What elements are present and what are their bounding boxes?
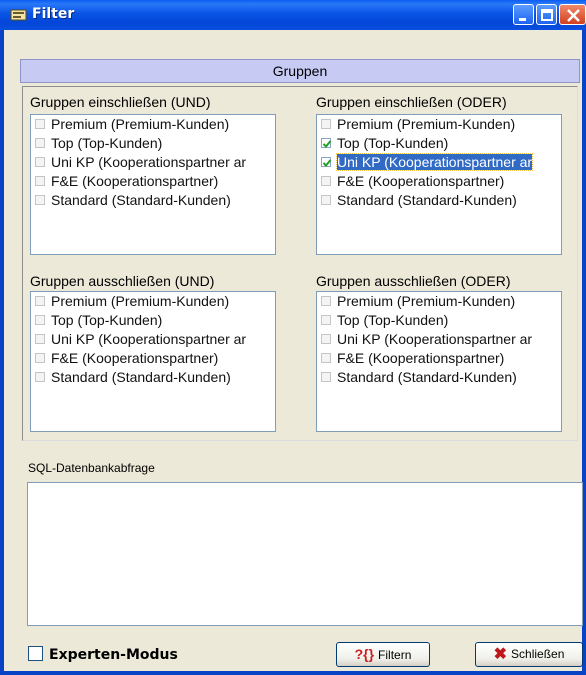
group-list-item[interactable]: F&E (Kooperationspartner) (31, 349, 275, 368)
group-item-label: Top (Top-Kunden) (51, 135, 163, 151)
group-item-label: F&E (Kooperationspartner) (51, 173, 219, 189)
exclude-or-list[interactable]: Premium (Premium-Kunden) Top (Top-Kunden)… (316, 291, 562, 432)
checkmark-icon (322, 159, 332, 167)
filter-button[interactable]: ?{} Filtern (336, 642, 430, 667)
group-item-label: Standard (Standard-Kunden) (51, 369, 231, 385)
group-item-label: Premium (Premium-Kunden) (51, 293, 230, 309)
maximize-icon (541, 9, 553, 21)
group-list-item[interactable]: Top (Top-Kunden) (31, 134, 275, 153)
include-or-list[interactable]: Premium (Premium-Kunden) Top (Top-Kunden)… (316, 114, 562, 255)
expert-mode-label: Experten-Modus (49, 647, 178, 663)
group-list-item[interactable]: Top (Top-Kunden) (31, 311, 275, 330)
checkbox[interactable] (321, 315, 331, 325)
checkbox[interactable] (321, 353, 331, 363)
group-item-label: Premium (Premium-Kunden) (51, 116, 230, 132)
group-list-item[interactable]: F&E (Kooperationspartner) (317, 172, 561, 191)
checkbox[interactable] (35, 176, 45, 186)
group-item-label: Top (Top-Kunden) (51, 312, 163, 328)
group-list-item[interactable]: Standard (Standard-Kunden) (31, 191, 275, 210)
checkbox[interactable] (321, 372, 331, 382)
group-list-item[interactable]: Premium (Premium-Kunden) (31, 115, 275, 134)
group-item-label: Standard (Standard-Kunden) (337, 192, 517, 208)
filter-window-icon (10, 8, 28, 22)
group-item-label: Uni KP (Kooperationspartner ar (51, 154, 247, 170)
expert-mode-box[interactable] (28, 646, 43, 661)
filter-window: Filter Gruppen Gruppen einschließen (UND… (0, 0, 586, 675)
group-list-item[interactable]: Uni KP (Kooperationspartner ar (317, 330, 561, 349)
group-item-label: F&E (Kooperationspartner) (51, 350, 219, 366)
group-item-label: Premium (Premium-Kunden) (337, 293, 516, 309)
group-list-item[interactable]: Premium (Premium-Kunden) (317, 292, 561, 311)
checkbox[interactable] (35, 334, 45, 344)
group-list-item[interactable]: Top (Top-Kunden) (317, 311, 561, 330)
checkbox[interactable] (35, 138, 45, 148)
group-item-label: Uni KP (Kooperationspartner ar (337, 331, 533, 347)
include-and-list[interactable]: Premium (Premium-Kunden) Top (Top-Kunden)… (30, 114, 276, 255)
expert-mode-checkbox[interactable]: Experten-Modus (28, 645, 178, 665)
group-item-label: Uni KP (Kooperationspartner ar (51, 331, 247, 347)
close-button[interactable]: ✖ Schließen (475, 642, 583, 667)
exclude-or-label: Gruppen ausschließen (ODER) (316, 273, 511, 289)
checkbox[interactable] (35, 296, 45, 306)
close-window-button[interactable] (559, 4, 586, 25)
checkmark-icon (322, 140, 332, 148)
checkbox[interactable] (35, 372, 45, 382)
checkbox[interactable] (321, 119, 331, 129)
group-list-item[interactable]: Standard (Standard-Kunden) (31, 368, 275, 387)
title-bar[interactable]: Filter (0, 0, 586, 30)
group-list-item[interactable]: Uni KP (Kooperationspartner ar (31, 153, 275, 172)
checkbox[interactable] (35, 353, 45, 363)
close-button-label: Schließen (511, 647, 565, 661)
checkbox[interactable] (35, 119, 45, 129)
group-item-label: Standard (Standard-Kunden) (337, 369, 517, 385)
group-list-item[interactable]: Premium (Premium-Kunden) (317, 115, 561, 134)
group-list-item[interactable]: Top (Top-Kunden) (317, 134, 561, 153)
close-icon (567, 9, 580, 22)
group-item-label: F&E (Kooperationspartner) (337, 173, 505, 189)
group-item-label: Standard (Standard-Kunden) (51, 192, 231, 208)
group-list-item[interactable]: Premium (Premium-Kunden) (31, 292, 275, 311)
checkbox[interactable] (321, 296, 331, 306)
sql-query-textarea[interactable] (27, 482, 583, 626)
exclude-and-list[interactable]: Premium (Premium-Kunden) Top (Top-Kunden)… (30, 291, 276, 432)
checkbox[interactable] (321, 195, 331, 205)
checkbox[interactable] (35, 157, 45, 167)
checkbox[interactable] (321, 176, 331, 186)
group-list-item[interactable]: Standard (Standard-Kunden) (317, 191, 561, 210)
checkbox[interactable] (321, 334, 331, 344)
checkbox[interactable] (35, 315, 45, 325)
group-item-label: F&E (Kooperationspartner) (337, 350, 505, 366)
sql-label: SQL-Datenbankabfrage (28, 461, 155, 475)
group-list-item[interactable]: F&E (Kooperationspartner) (317, 349, 561, 368)
group-item-label: Top (Top-Kunden) (337, 135, 449, 151)
checked-checkbox[interactable] (321, 138, 332, 148)
group-item-label: Premium (Premium-Kunden) (337, 116, 516, 132)
group-list-item[interactable]: Uni KP (Kooperationspartner ar (31, 330, 275, 349)
checked-checkbox[interactable] (321, 157, 332, 167)
gruppen-header: Gruppen (20, 59, 580, 83)
window-title: Filter (32, 6, 75, 22)
red-x-icon: ✖ (493, 646, 508, 663)
group-item-label: Top (Top-Kunden) (337, 312, 449, 328)
filter-button-label: Filtern (378, 648, 412, 662)
maximize-button[interactable] (536, 4, 557, 25)
include-and-label: Gruppen einschließen (UND) (30, 94, 211, 110)
minimize-icon (519, 18, 526, 21)
group-item-label: Uni KP (Kooperationspartner ar (335, 153, 534, 171)
include-or-label: Gruppen einschließen (ODER) (316, 94, 507, 110)
group-list-item[interactable]: F&E (Kooperationspartner) (31, 172, 275, 191)
exclude-and-label: Gruppen ausschließen (UND) (30, 273, 215, 289)
minimize-button[interactable] (513, 4, 534, 25)
group-list-item[interactable]: Standard (Standard-Kunden) (317, 368, 561, 387)
group-list-item[interactable]: Uni KP (Kooperationspartner ar (317, 153, 561, 172)
checkbox[interactable] (35, 195, 45, 205)
filter-query-icon: ?{} (354, 646, 375, 662)
